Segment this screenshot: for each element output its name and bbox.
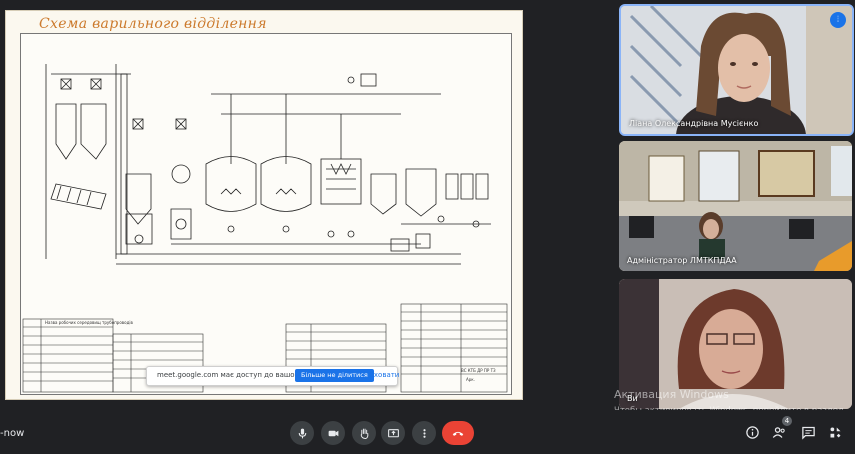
shared-slide: Схема варильного відділення Назва робочи… xyxy=(5,10,523,400)
stop-sharing-button[interactable]: Більше не ділитися xyxy=(295,369,374,382)
microphone-button[interactable] xyxy=(290,421,314,445)
info-icon xyxy=(745,425,759,439)
hang-up-icon xyxy=(452,431,464,436)
microphone-icon xyxy=(298,428,306,438)
stamp-sub: Арк. xyxy=(466,377,475,382)
participant-video-1 xyxy=(621,6,852,134)
participant-tile-1[interactable]: ⦙ Ліана Олександрівна Мусієнко xyxy=(619,4,854,136)
meeting-info-button[interactable] xyxy=(744,424,760,440)
meeting-controls-bar: -now 4 xyxy=(0,410,855,454)
participant-tile-2[interactable]: Адміністратор ЛМТКПДАА xyxy=(619,141,852,271)
people-count-badge: 4 xyxy=(782,416,792,426)
activities-button[interactable] xyxy=(827,424,843,440)
participant-video-2 xyxy=(619,141,852,271)
camera-button[interactable] xyxy=(321,421,345,445)
activities-icon xyxy=(830,427,840,437)
hide-share-bar-button[interactable]: Сховати xyxy=(369,371,399,379)
stamp-code: ВС КТБ ДР ПР ТЗ xyxy=(461,368,496,373)
slide-title: Схема варильного відділення xyxy=(39,16,267,32)
more-vert-icon xyxy=(422,428,426,438)
end-call-button[interactable] xyxy=(442,421,474,445)
people-button[interactable] xyxy=(771,424,787,440)
schematic-drawing: Назва робочих середовищ трубопроводів ВС… xyxy=(22,64,508,393)
pipeline-table-header: Назва робочих середовищ трубопроводів xyxy=(45,320,133,325)
activation-watermark-title: Активация Windows xyxy=(614,388,729,401)
people-icon xyxy=(772,426,785,438)
presentation-stage: Схема варильного відділення Назва робочи… xyxy=(0,0,610,410)
chat-button[interactable] xyxy=(800,424,816,440)
camera-icon xyxy=(328,430,338,436)
participant-name-2: Адміністратор ЛМТКПДАА xyxy=(627,256,737,265)
meeting-code: -now xyxy=(0,428,25,439)
raise-hand-button[interactable] xyxy=(352,421,376,445)
present-screen-button[interactable] xyxy=(381,421,405,445)
participant-name-1: Ліана Олександрівна Мусієнко xyxy=(629,119,759,128)
more-options-button[interactable] xyxy=(412,421,436,445)
screen-share-notice: meet.google.com має доступ до вашого екр… xyxy=(146,366,399,386)
speaking-indicator-icon: ⦙ xyxy=(830,12,846,28)
chat-icon xyxy=(801,426,815,440)
present-icon xyxy=(387,428,399,437)
raise-hand-icon xyxy=(360,428,368,439)
brewhouse-diagram: Назва робочих середовищ трубопроводів ВС… xyxy=(20,33,512,395)
